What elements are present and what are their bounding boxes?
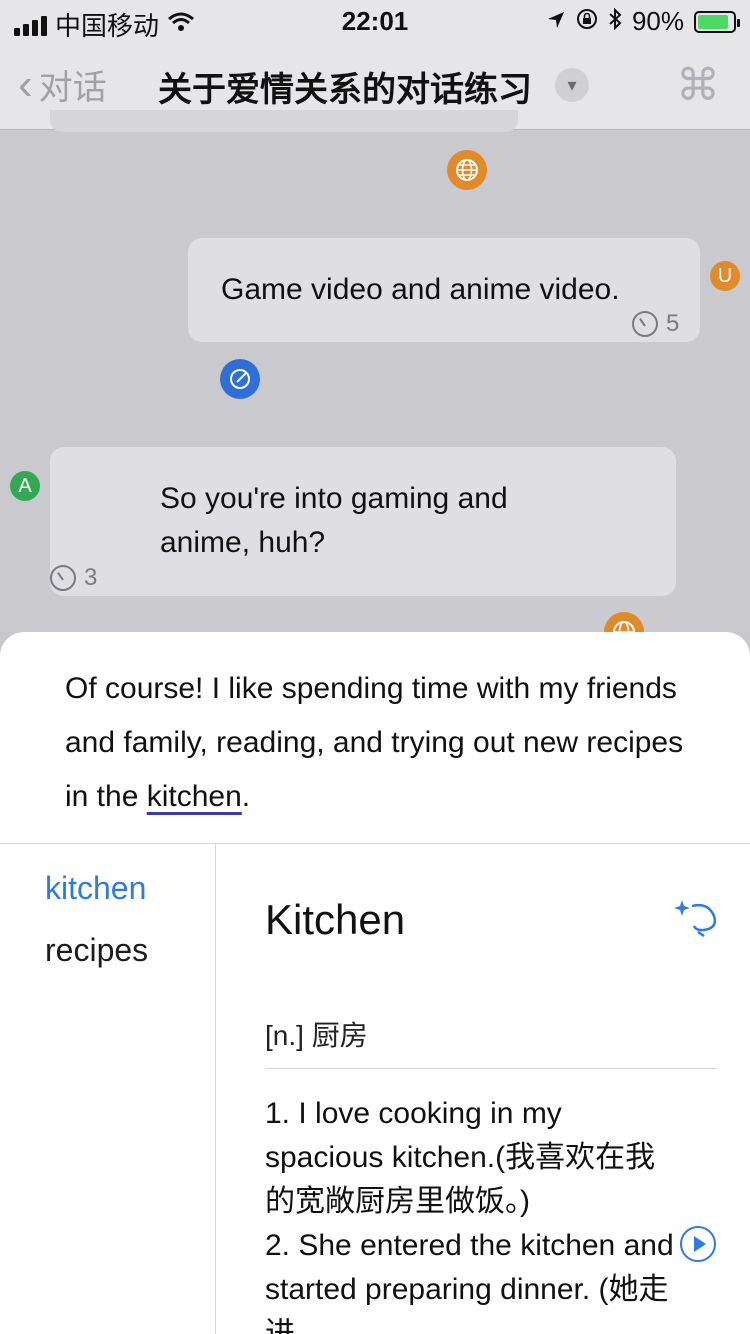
example-1: 1. I love cooking in my spacious kitchen… <box>265 1097 656 1218</box>
sentence-after: . <box>241 780 251 813</box>
page-title: 关于爱情关系的对话练习 <box>158 71 532 109</box>
bluetooth-icon <box>608 6 622 37</box>
word-list-item-recipes[interactable]: recipes <box>45 932 148 969</box>
previous-message-bubble <box>50 110 518 132</box>
battery-percent: 90% <box>631 6 684 36</box>
location-arrow-icon <box>546 6 566 37</box>
assistant-message-bubble[interactable]: So you're into gaming and anime, huh? 3 <box>50 447 676 596</box>
rotation-lock-icon <box>576 6 598 37</box>
duration-value: 5 <box>666 310 680 337</box>
divider <box>265 1068 717 1069</box>
headword: Kitchen <box>265 896 406 943</box>
word-list: kitchen recipes <box>0 844 216 1334</box>
chevron-down-icon[interactable]: ▾ <box>555 68 589 102</box>
part-of-speech: [n.] 厨房 <box>265 1020 368 1051</box>
user-avatar: U <box>710 261 740 291</box>
battery-icon <box>694 10 740 33</box>
source-sentence: Of course! I like spending time with my … <box>65 662 705 824</box>
highlighted-word[interactable]: kitchen <box>147 780 242 813</box>
example-2: 2. She entered the kitchen and started p… <box>265 1229 674 1334</box>
status-right: 90% <box>546 6 740 37</box>
timer-icon <box>50 565 76 591</box>
assistant-message-text: So you're into gaming and anime, huh? <box>160 482 508 559</box>
user-message-text: Game video and anime video. <box>221 273 620 306</box>
chevron-left-icon: ‹ <box>18 59 33 109</box>
chat-area[interactable]: Game video and anime video. 5 U A So you… <box>0 110 750 652</box>
back-button[interactable]: ‹ 对话 <box>18 60 107 109</box>
word-list-item-kitchen[interactable]: kitchen <box>45 870 146 907</box>
play-icon[interactable] <box>680 1226 716 1262</box>
duration-value: 3 <box>84 564 98 591</box>
edit-icon[interactable] <box>220 359 260 399</box>
sparkle-icon[interactable] <box>674 896 718 940</box>
timer-icon <box>632 311 658 337</box>
back-label: 对话 <box>38 69 107 107</box>
example-sentences: 1. I love cooking in my spacious kitchen… <box>265 1092 675 1334</box>
assistant-message-duration: 3 <box>50 564 97 592</box>
user-message-duration: 5 <box>632 310 679 338</box>
user-message-bubble[interactable]: Game video and anime video. 5 <box>188 238 700 342</box>
status-bar: 中国移动 22:01 90% <box>0 0 750 41</box>
word-detail: Kitchen [n.] 厨房 1. I love cooking in my … <box>217 844 750 1334</box>
globe-icon[interactable] <box>447 150 487 190</box>
assistant-avatar: A <box>10 471 40 501</box>
command-icon[interactable]: ⌘ <box>676 60 720 111</box>
word-lookup-sheet: Of course! I like spending time with my … <box>0 632 750 1334</box>
